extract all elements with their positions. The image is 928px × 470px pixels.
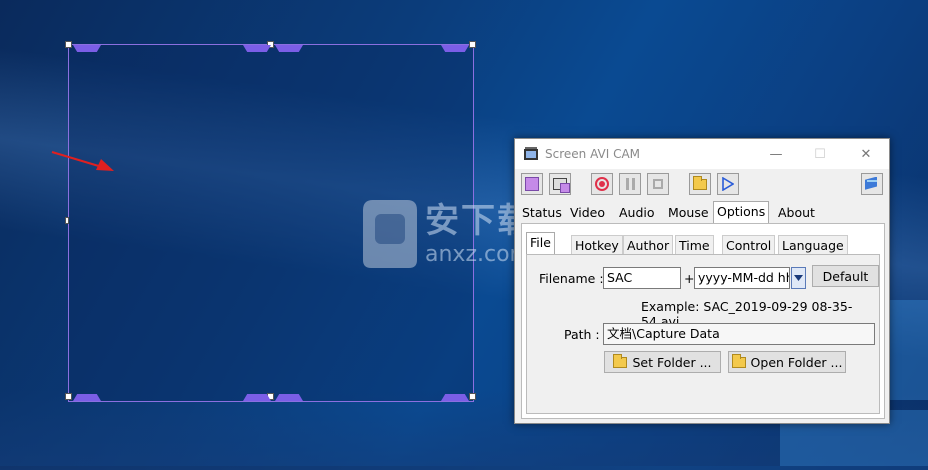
window-icon[interactable] [549, 173, 571, 195]
resize-handle-top-right[interactable] [469, 41, 476, 48]
subtab-author[interactable]: Author [623, 235, 674, 254]
tab-mouse[interactable]: Mouse [665, 203, 712, 223]
minimize-button[interactable]: — [753, 139, 799, 169]
date-format-dropdown-button[interactable] [791, 267, 806, 289]
region-corner-mark [73, 394, 101, 401]
screen-avi-cam-window: Screen AVI CAM — ☐ ✕ Status Video Audio … [514, 138, 890, 424]
folder-icon[interactable] [689, 173, 711, 195]
tab-video[interactable]: Video [567, 203, 608, 223]
close-button[interactable]: ✕ [843, 139, 889, 169]
file-settings: Filename : SAC + yyyy-MM-dd hh Default E… [526, 254, 880, 414]
record-icon[interactable] [591, 173, 613, 195]
region-corner-mark [73, 45, 101, 52]
window-title: Screen AVI CAM [545, 147, 641, 161]
capture-region[interactable] [65, 41, 476, 402]
folder-icon [731, 353, 746, 368]
subtab-file[interactable]: File [526, 232, 555, 254]
subtab-time[interactable]: Time [675, 235, 714, 254]
stop-icon[interactable] [647, 173, 669, 195]
help-book-icon[interactable] [861, 173, 883, 195]
chevron-down-icon [794, 275, 803, 281]
region-edge-mark [243, 45, 271, 52]
options-panel: File Hotkey Author Time Control Language… [521, 223, 885, 419]
region-corner-mark [441, 45, 469, 52]
path-label: Path : [564, 327, 600, 342]
tab-status[interactable]: Status [519, 203, 565, 223]
region-corner-mark [441, 394, 469, 401]
filename-label: Filename : [539, 271, 604, 286]
resize-handle-bottom-left[interactable] [65, 393, 72, 400]
subtab-language[interactable]: Language [778, 235, 848, 254]
pause-icon[interactable] [619, 173, 641, 195]
default-button[interactable]: Default [812, 265, 879, 287]
subtab-hotkey[interactable]: Hotkey [571, 235, 623, 254]
folder-icon [613, 353, 628, 368]
film-app-icon [524, 147, 538, 160]
main-tabs: Status Video Audio Mouse Options About [519, 201, 885, 224]
play-icon[interactable] [717, 173, 739, 195]
tab-options[interactable]: Options [713, 201, 770, 224]
toolbar [521, 173, 883, 197]
date-format-select[interactable]: yyyy-MM-dd hh [694, 267, 790, 289]
plus-sign: + [684, 271, 695, 286]
red-arrow-icon [51, 151, 114, 171]
tab-audio[interactable]: Audio [616, 203, 658, 223]
resize-handle-left[interactable] [65, 217, 69, 224]
set-folder-label: Set Folder ... [632, 354, 712, 370]
region-edge-mark [275, 394, 303, 401]
resize-handle-top-left[interactable] [65, 41, 72, 48]
options-subtabs: File Hotkey Author Time Control Language [526, 232, 882, 254]
region-edge-mark [243, 394, 271, 401]
tab-about[interactable]: About [775, 203, 818, 223]
subtab-control[interactable]: Control [722, 235, 776, 254]
set-folder-button[interactable]: Set Folder ... [604, 351, 721, 373]
open-folder-button[interactable]: Open Folder ... [728, 351, 846, 373]
path-field[interactable]: 文档\Capture Data [603, 323, 875, 345]
maximize-button[interactable]: ☐ [797, 139, 843, 169]
title-bar[interactable]: Screen AVI CAM — ☐ ✕ [515, 139, 889, 169]
resize-handle-bottom-right[interactable] [469, 393, 476, 400]
open-folder-label: Open Folder ... [750, 354, 843, 370]
region-edge-mark [275, 45, 303, 52]
filename-input[interactable]: SAC [603, 267, 681, 289]
region-icon[interactable] [521, 173, 543, 195]
